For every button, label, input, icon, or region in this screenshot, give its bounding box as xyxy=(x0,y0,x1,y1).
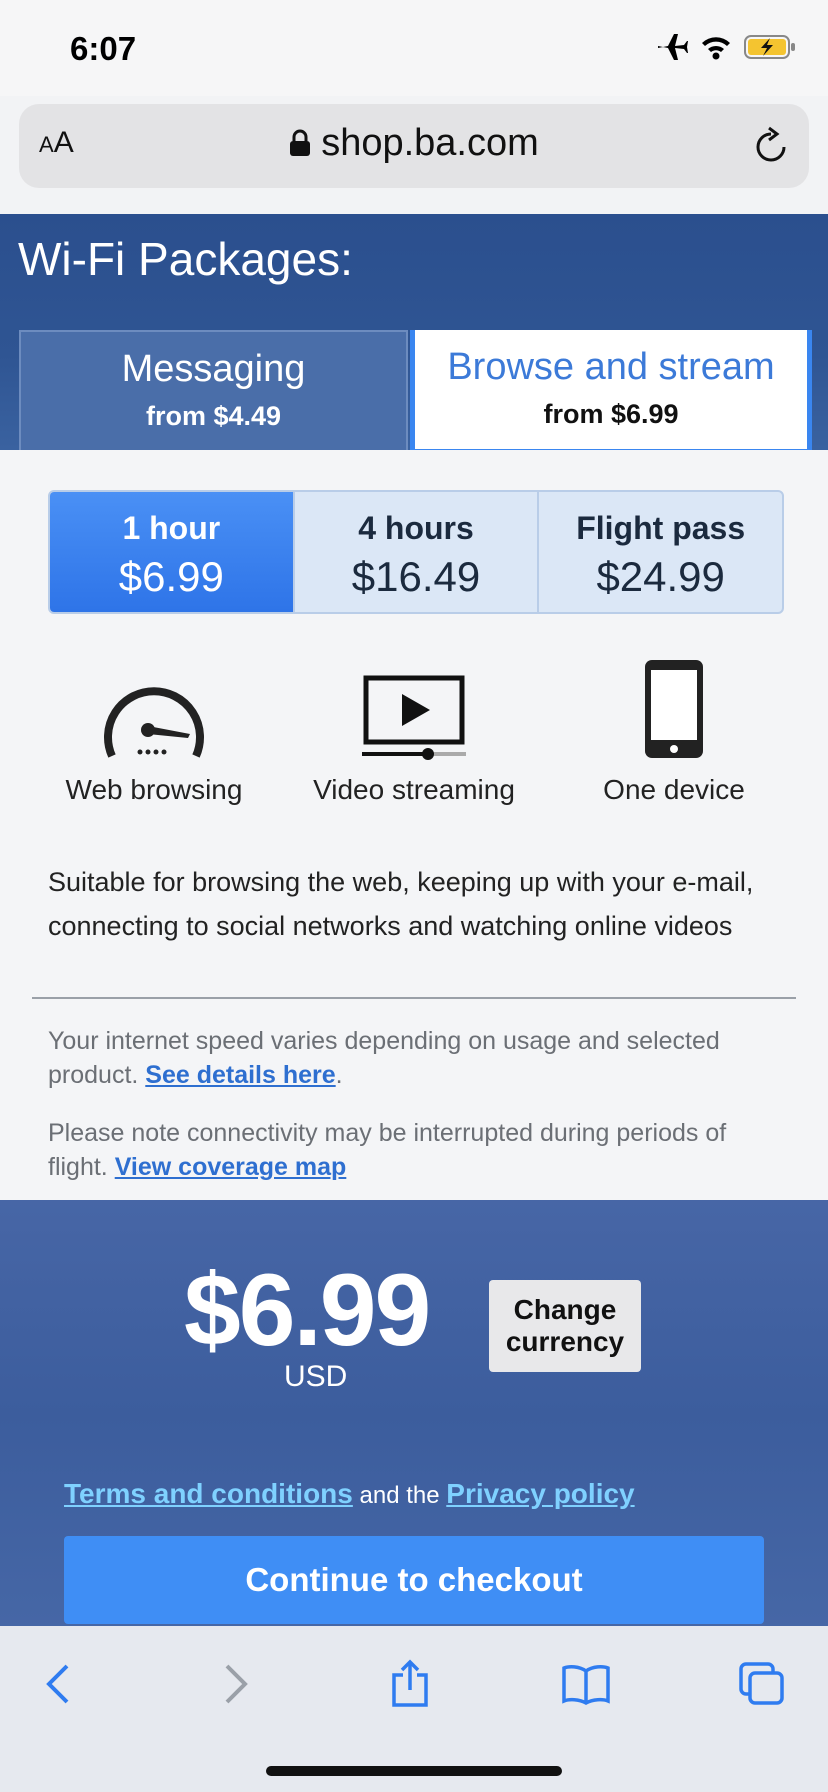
duration-option-1-hour[interactable]: 1 hour $6.99 xyxy=(50,492,293,612)
tab-name: Browse and stream xyxy=(447,346,775,388)
speedometer-icon xyxy=(34,660,274,760)
status-time: 6:07 xyxy=(70,30,137,67)
speed-note-end: . xyxy=(335,1061,343,1089)
coverage-map-link[interactable]: View coverage map xyxy=(115,1153,347,1181)
package-description: Suitable for browsing the web, keeping u… xyxy=(48,867,754,941)
url-text: shop.ba.com xyxy=(321,122,539,164)
book-icon xyxy=(562,1665,610,1705)
tabs-icon xyxy=(739,1662,784,1705)
feature-label: Video streaming xyxy=(313,774,515,805)
packages-header: Wi-Fi Packages: Messaging from $4.49 Bro… xyxy=(0,214,828,454)
tab-price: from $6.99 xyxy=(543,399,679,429)
share-button[interactable] xyxy=(380,1654,440,1714)
feature-label: One device xyxy=(603,774,745,805)
duration-option-flight-pass[interactable]: Flight pass $24.99 xyxy=(537,492,782,612)
lock-icon xyxy=(289,124,311,167)
package-details: 1 hour $6.99 4 hours $16.49 Flight pass … xyxy=(0,450,828,1200)
tab-messaging[interactable]: Messaging from $4.49 xyxy=(19,330,408,450)
status-bar: 6:07 xyxy=(0,0,828,96)
terms-link[interactable]: Terms and conditions xyxy=(64,1478,353,1509)
duration-name: 4 hours xyxy=(358,510,474,546)
change-currency-button[interactable]: Change currency xyxy=(489,1280,641,1372)
home-indicator xyxy=(266,1766,562,1776)
see-details-link[interactable]: See details here xyxy=(145,1061,335,1089)
connectivity-note: Please note connectivity may be interrup… xyxy=(48,1116,788,1184)
tab-browse-and-stream[interactable]: Browse and stream from $6.99 xyxy=(410,330,812,454)
url-bar[interactable]: AA shop.ba.com xyxy=(19,104,809,188)
change-currency-line2: currency xyxy=(505,1326,625,1357)
back-button[interactable] xyxy=(28,1654,88,1714)
tab-price: from $4.49 xyxy=(145,401,282,431)
share-icon xyxy=(392,1659,428,1707)
divider xyxy=(32,997,796,999)
duration-name: 1 hour xyxy=(122,510,221,546)
phone-icon xyxy=(554,660,794,760)
airplane-icon xyxy=(658,34,688,60)
speed-note: Your internet speed varies depending on … xyxy=(48,1024,788,1092)
page-title: Wi-Fi Packages: xyxy=(18,233,353,285)
legal-text: and the xyxy=(352,1482,447,1509)
battery-icon xyxy=(744,35,795,59)
tabs-button[interactable] xyxy=(732,1654,792,1714)
duration-price: $24.99 xyxy=(596,553,725,600)
change-currency-line1: Change xyxy=(513,1294,617,1325)
chevron-right-icon xyxy=(225,1664,248,1704)
feature-video-streaming: Video streaming xyxy=(294,660,534,806)
tab-name: Messaging xyxy=(121,348,306,390)
video-play-icon xyxy=(294,660,534,760)
feature-one-device: One device xyxy=(554,660,794,806)
status-icons xyxy=(656,32,796,62)
chevron-left-icon xyxy=(46,1664,69,1704)
duration-selector: 1 hour $6.99 4 hours $16.49 Flight pass … xyxy=(48,490,784,614)
duration-price: $6.99 xyxy=(118,553,224,600)
currency-code: USD xyxy=(284,1360,348,1393)
total-price: $6.99 xyxy=(184,1253,431,1367)
url-display[interactable]: shop.ba.com xyxy=(19,122,809,167)
privacy-policy-link[interactable]: Privacy policy xyxy=(446,1478,634,1509)
continue-to-checkout-button[interactable]: Continue to checkout xyxy=(64,1536,764,1624)
feature-label: Web browsing xyxy=(65,774,243,805)
forward-button[interactable] xyxy=(206,1654,266,1714)
duration-name: Flight pass xyxy=(576,510,746,546)
duration-price: $16.49 xyxy=(351,553,481,600)
wifi-icon xyxy=(702,37,730,60)
bookmarks-button[interactable] xyxy=(556,1654,616,1714)
feature-web-browsing: Web browsing xyxy=(34,660,274,806)
duration-option-4-hours[interactable]: 4 hours $16.49 xyxy=(292,492,538,612)
legal-links: Terms and conditions and the Privacy pol… xyxy=(64,1478,635,1510)
order-summary: $6.99 USD Change currency Terms and condi… xyxy=(0,1200,828,1630)
reload-icon[interactable] xyxy=(753,126,789,171)
